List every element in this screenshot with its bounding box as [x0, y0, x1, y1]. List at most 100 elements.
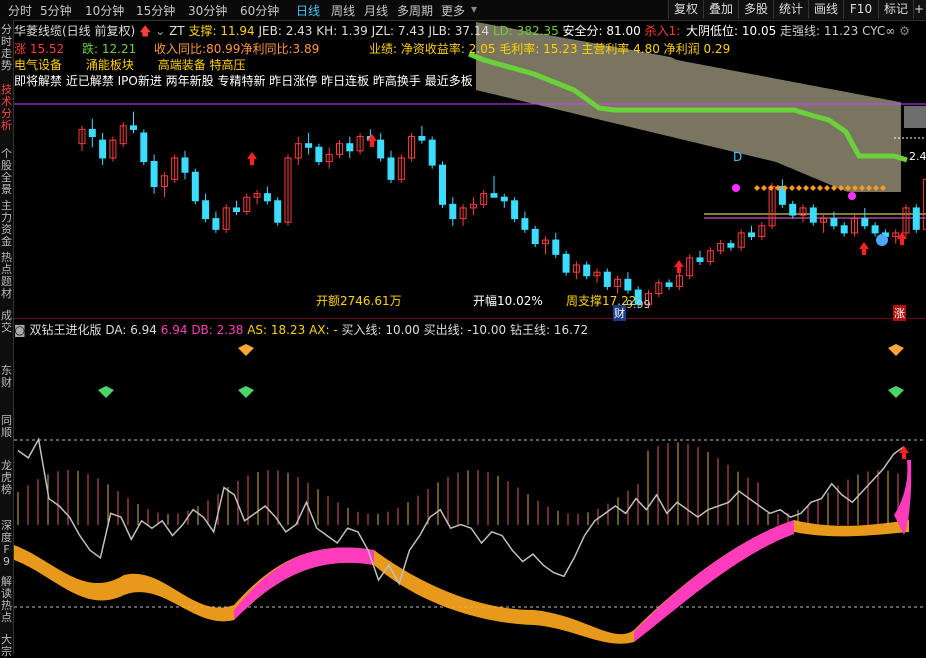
chevron-down-icon[interactable]: ▾ [471, 2, 477, 16]
tab-30min[interactable]: 30分钟 [188, 2, 227, 19]
gear-icon[interactable]: ⚙ [899, 24, 910, 38]
diamond-icon [888, 386, 904, 398]
diamond-icon [238, 344, 254, 356]
candle-body [830, 218, 838, 227]
finance-badge[interactable]: 财 [613, 305, 626, 321]
candle-body [99, 139, 107, 159]
industry-tag: 高端装备 特高压 [157, 58, 246, 72]
candle-body [418, 136, 426, 141]
candle-body [665, 282, 673, 287]
arrow-up-icon: 🡅 [139, 24, 152, 38]
tab-more[interactable]: 更多 [441, 2, 465, 19]
lower-panel-header: ◙ 双钻王进化版 DA: 6.94 6.94 DB: 2.38 AS: 18.2… [14, 321, 588, 338]
candle-body [88, 128, 96, 138]
right-price-label: 2.4 [909, 150, 926, 163]
multi-stock-button[interactable]: 多股 [738, 0, 773, 19]
tab-daily[interactable]: 日线 [296, 2, 320, 19]
buy-arrow-icon [859, 242, 869, 255]
low-price-label: 9.99 [626, 298, 651, 311]
lower-indicator-name[interactable]: 双钻王进化版 [29, 323, 101, 337]
candle-body [130, 125, 137, 130]
candle-body [531, 228, 539, 245]
panel-divider [14, 318, 926, 319]
buy-line-value: 买入线: 10.00 [341, 323, 420, 337]
header-line-3: 电气设备 涌能板块 高端装备 特高压 [14, 56, 246, 73]
candle-body [603, 271, 611, 287]
db-value: DB: 2.38 [191, 323, 244, 337]
candle-body [748, 232, 755, 237]
candle-body [274, 200, 282, 223]
sidebar-item-fenshi[interactable]: 分时走势 [0, 24, 13, 72]
tab-weekly[interactable]: 周线 [331, 2, 355, 19]
header-line-1-right: 大阴低位: 10.05 走强线: 11.23 CYC∞ ⚙ [686, 22, 910, 39]
indicator-name[interactable]: ZT [169, 24, 185, 38]
tab-10min[interactable]: 10分钟 [85, 2, 124, 19]
lower-indicator-panel [14, 344, 926, 644]
candle-body [500, 196, 508, 202]
concept-tag: 涌能板块 [85, 58, 134, 72]
sidebar-item-dazong[interactable]: 大宗 [0, 634, 13, 658]
orange-diamond-dot [810, 185, 816, 191]
draw-line-button[interactable]: 画线 [808, 0, 843, 19]
jzl-value: JZL: 7.43 [371, 24, 425, 38]
rise-value: 涨 15.52 [14, 42, 65, 56]
sidebar-item-dongcai[interactable]: 东财 [0, 365, 13, 389]
candle-body [840, 225, 848, 234]
tab-multi-period[interactable]: 多周期 [397, 2, 433, 19]
sector-tag: 电气设备 [14, 58, 63, 72]
candle-body [439, 164, 446, 205]
add-watchlist-button[interactable]: +自选 [913, 0, 926, 19]
statistics-button[interactable]: 统计 [773, 0, 808, 19]
collapse-icon[interactable]: ◙ [14, 323, 26, 337]
da-value: DA: 6.94 [105, 323, 157, 337]
limit-up-badge[interactable]: 涨 [893, 305, 906, 321]
header-line-2: 涨 15.52 跌: 12.21 收入同比:80.99净利同比:3.89 业绩:… [14, 40, 730, 57]
overlay-button[interactable]: 叠加 [703, 0, 738, 19]
orange-diamond-dot [761, 185, 767, 191]
diamond-icon [238, 386, 254, 398]
dropdown-icon[interactable]: ⌄ [155, 24, 165, 38]
sidebar-item-touzi[interactable]: 成交 [0, 310, 13, 334]
mark-button[interactable]: 标记 [878, 0, 913, 19]
big-yin-low: 大阴低位: 10.05 [686, 24, 777, 38]
candle-body [263, 193, 271, 202]
tab-60min[interactable]: 60分钟 [240, 2, 279, 19]
candle-body [315, 146, 323, 163]
sidebar-item-zijin[interactable]: 主力资金 [0, 200, 13, 248]
f10-button[interactable]: F10 [843, 0, 878, 19]
orange-diamond-dot [754, 185, 760, 191]
pink-ribbon-2 [634, 520, 794, 642]
candle-body [552, 239, 560, 255]
sidebar-item-jiedu[interactable]: 解读热点 [0, 576, 13, 624]
candle-body [583, 264, 591, 277]
sidebar-item-f9[interactable]: 深度F9 [0, 520, 13, 568]
tab-15min[interactable]: 15分钟 [136, 2, 175, 19]
sidebar-item-tongshun[interactable]: 同顺 [0, 415, 13, 439]
open-range-label: 开幅10.02% [473, 294, 543, 308]
sidebar-item-quanjing[interactable]: 个股全景 [0, 148, 13, 196]
fuquan-button[interactable]: 复权 [668, 0, 703, 19]
candle-body [696, 257, 704, 262]
tab-fenshi[interactable]: 分时 [8, 2, 32, 19]
d-marker-label: D [733, 150, 743, 164]
candle-body [727, 243, 735, 248]
diamond-icon [888, 344, 904, 356]
candle-body [150, 161, 158, 188]
candle-body [521, 218, 529, 230]
candle-body [387, 157, 395, 180]
tab-monthly[interactable]: 月线 [364, 2, 388, 19]
candle-body [377, 139, 385, 159]
profit-yoy: 净利同比:3.89 [240, 42, 320, 56]
ld-value: LD: 382.35 [492, 24, 559, 38]
sidebar-item-redian[interactable]: 热点题材 [0, 252, 13, 300]
candle-body [562, 253, 570, 273]
dd-value: 6.94 [160, 323, 188, 337]
as-value: AS: 18.23 [247, 323, 306, 337]
candle-body [428, 139, 436, 166]
sidebar-item-jishu[interactable]: 技术分析 [0, 84, 13, 132]
tab-5min[interactable]: 5分钟 [40, 2, 72, 19]
sidebar-item-longhu[interactable]: 龙虎榜 [0, 460, 13, 496]
candle-body [212, 218, 220, 230]
strong-line: 走强线: 11.23 [780, 24, 859, 38]
candle-body [861, 218, 869, 227]
